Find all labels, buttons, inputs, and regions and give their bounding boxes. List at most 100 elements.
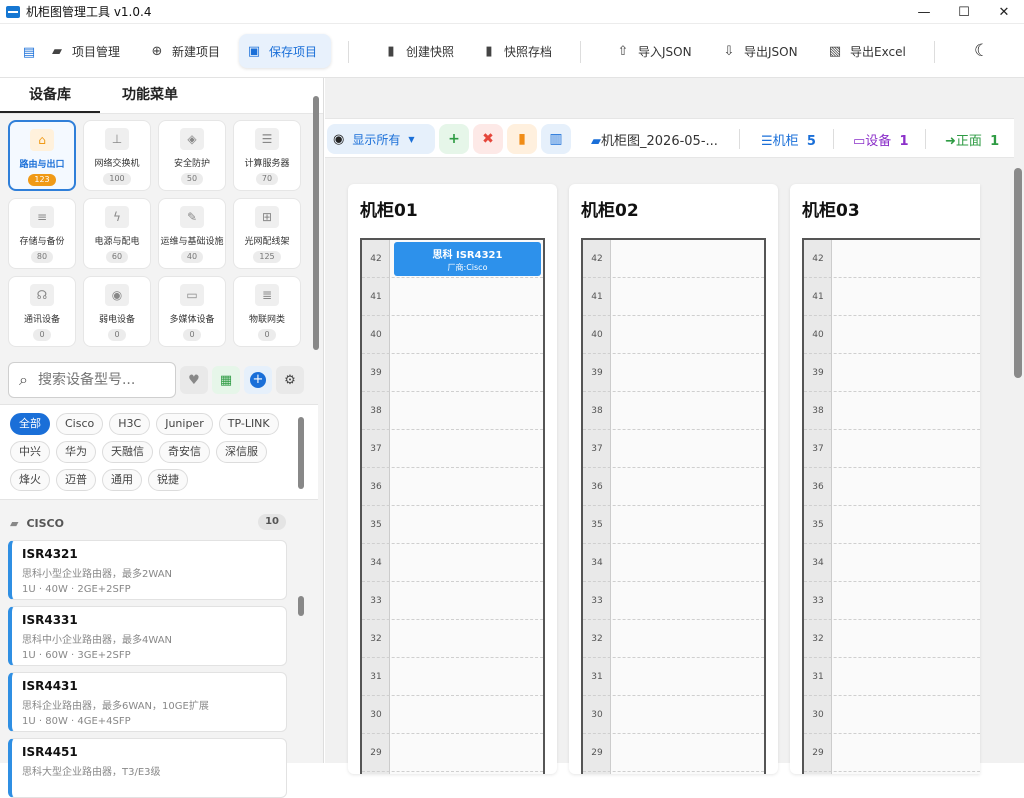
list-item[interactable]: ISR4451 思科大型企业路由器，T3/E3级 [8,738,287,798]
add-device-button[interactable]: + [244,366,272,394]
rack-unit[interactable]: 35 [362,506,543,544]
rack-unit[interactable]: 29 [362,734,543,772]
rack-unit[interactable]: 34 [362,544,543,582]
brand-chip[interactable]: 通用 [102,469,142,491]
category-low-voltage[interactable]: ◉ 弱电设备 0 [83,276,151,347]
project-manage-button[interactable]: ▰ 项目管理 [42,34,128,68]
import-json-button[interactable]: ⇧ 导入JSON [608,34,700,68]
close-button[interactable]: ✕ [984,0,1024,24]
export-json-button[interactable]: ⇩ 导出JSON [714,34,806,68]
category-iot[interactable]: ≣ 物联网类 0 [233,276,301,347]
rack-unit[interactable]: 29 [804,734,980,772]
rack-unit[interactable]: 32 [804,620,980,658]
rack-unit[interactable]: 37 [362,430,543,468]
tab-function-menu[interactable]: 功能菜单 [100,78,200,113]
rack-unit[interactable]: 42 思科 ISR4321 厂商:Cisco [362,240,543,278]
brand-chip[interactable]: Juniper [156,413,213,435]
create-snapshot-button[interactable]: ▮ 创建快照 [376,34,462,68]
rack-unit[interactable]: 38 [583,392,764,430]
rack-unit[interactable]: 37 [583,430,764,468]
device-group-header[interactable]: ▰ CISCO 10 [10,514,286,532]
category-communication[interactable]: ☊ 通讯设备 0 [8,276,76,347]
rack-unit[interactable]: 34 [583,544,764,582]
rack-device[interactable]: 思科 ISR4321 厂商:Cisco [394,242,541,276]
rack-unit[interactable]: 31 [362,658,543,696]
add-group-button[interactable]: ▦ [212,366,240,394]
rack-unit[interactable]: 40 [362,316,543,354]
rack-unit[interactable]: 36 [804,468,980,506]
rack-unit[interactable]: 39 [362,354,543,392]
category-storage[interactable]: ≡ 存储与备份 80 [8,198,76,269]
device-list-scrollbar[interactable] [298,596,304,616]
rack-unit[interactable]: 40 [804,316,980,354]
rack-unit[interactable]: 32 [583,620,764,658]
rack-unit[interactable]: 37 [804,430,980,468]
rack-unit[interactable]: 30 [583,696,764,734]
rack-unit[interactable]: 42 [583,240,764,278]
rack-unit[interactable]: 29 [583,734,764,772]
rack-unit[interactable]: 34 [804,544,980,582]
maximize-button[interactable]: ☐ [944,0,984,24]
rack-unit[interactable]: 41 [583,278,764,316]
brand-chip[interactable]: 烽火 [10,469,50,491]
rack-unit[interactable]: 41 [804,278,980,316]
category-multimedia[interactable]: ▭ 多媒体设备 0 [158,276,226,347]
brand-chip[interactable]: 天融信 [102,441,153,463]
delete-button[interactable]: ✖ [473,124,503,154]
rack-unit[interactable]: 36 [362,468,543,506]
snapshot-archive-button[interactable]: ▮ 快照存档 [474,34,560,68]
new-project-button[interactable]: ⊕ 新建项目 [142,34,228,68]
rack-unit[interactable]: 33 [804,582,980,620]
rack-unit[interactable]: 36 [583,468,764,506]
rack-unit[interactable]: 39 [804,354,980,392]
settings-button[interactable]: ⚙ [276,366,304,394]
rack-unit[interactable]: 38 [804,392,980,430]
copy-button[interactable]: ▮ [507,124,537,154]
save-project-button[interactable]: ▣ 保存项目 [239,34,331,68]
category-scrollbar[interactable] [313,96,319,350]
category-switch[interactable]: ⊥ 网络交换机 100 [83,120,151,191]
tab-device-library[interactable]: 设备库 [0,78,100,113]
list-item[interactable]: ISR4431 思科企业路由器，最多6WAN，10GE扩展 1U · 80W ·… [8,672,287,732]
cabinet-card[interactable]: 机柜03 42 41 40 39 38 37 36 35 34 33 32 31… [790,184,980,774]
category-server[interactable]: ☰ 计算服务器 70 [233,120,301,191]
rack-unit[interactable]: 42 [804,240,980,278]
category-router[interactable]: ⌂ 路由与出口 123 [8,120,76,191]
brand-chip[interactable]: Cisco [56,413,104,435]
export-excel-button[interactable]: ▧ 导出Excel [820,34,914,68]
brand-chip[interactable]: TP-LINK [218,413,279,435]
rack-unit[interactable]: 39 [583,354,764,392]
rack-unit[interactable]: 40 [583,316,764,354]
category-power[interactable]: ϟ 电源与配电 60 [83,198,151,269]
rack-unit[interactable]: 32 [362,620,543,658]
brand-chip[interactable]: 锐捷 [148,469,188,491]
theme-toggle-button[interactable]: ☾ [964,34,998,68]
brand-scrollbar[interactable] [298,417,304,489]
brand-chip[interactable]: 华为 [56,441,96,463]
brand-chip[interactable]: 迈普 [56,469,96,491]
cabinet-card[interactable]: 机柜01 42 思科 ISR4321 厂商:Cisco 41 40 39 38 … [348,184,557,774]
rack-unit[interactable]: 33 [362,582,543,620]
statistics-button[interactable]: ▥ [541,124,571,154]
brand-chip[interactable]: 深信服 [216,441,267,463]
rack-unit[interactable]: 41 [362,278,543,316]
brand-chip[interactable]: 中兴 [10,441,50,463]
brand-chip[interactable]: H3C [109,413,151,435]
category-patch-panel[interactable]: ⊞ 光网配线架 125 [233,198,301,269]
cabinet-card[interactable]: 机柜02 42 41 40 39 38 37 36 35 34 33 32 31… [569,184,778,774]
show-all-dropdown[interactable]: ◉ 显示所有 ▼ [327,124,435,154]
favorite-button[interactable]: ♥ [180,366,208,394]
rack-unit[interactable]: 33 [583,582,764,620]
search-input[interactable] [37,372,158,388]
minimize-button[interactable]: — [904,0,944,24]
category-infrastructure[interactable]: ✎ 运维与基础设施 40 [158,198,226,269]
rack-unit[interactable]: 30 [804,696,980,734]
brand-chip[interactable]: 全部 [10,413,50,435]
list-item[interactable]: ISR4321 思科小型企业路由器，最多2WAN 1U · 40W · 2GE+… [8,540,287,600]
rack-unit[interactable]: 30 [362,696,543,734]
rack-unit[interactable]: 31 [583,658,764,696]
add-cabinet-button[interactable]: + [439,124,469,154]
rack-unit[interactable]: 35 [583,506,764,544]
category-security[interactable]: ◈ 安全防护 50 [158,120,226,191]
rack-unit[interactable]: 31 [804,658,980,696]
